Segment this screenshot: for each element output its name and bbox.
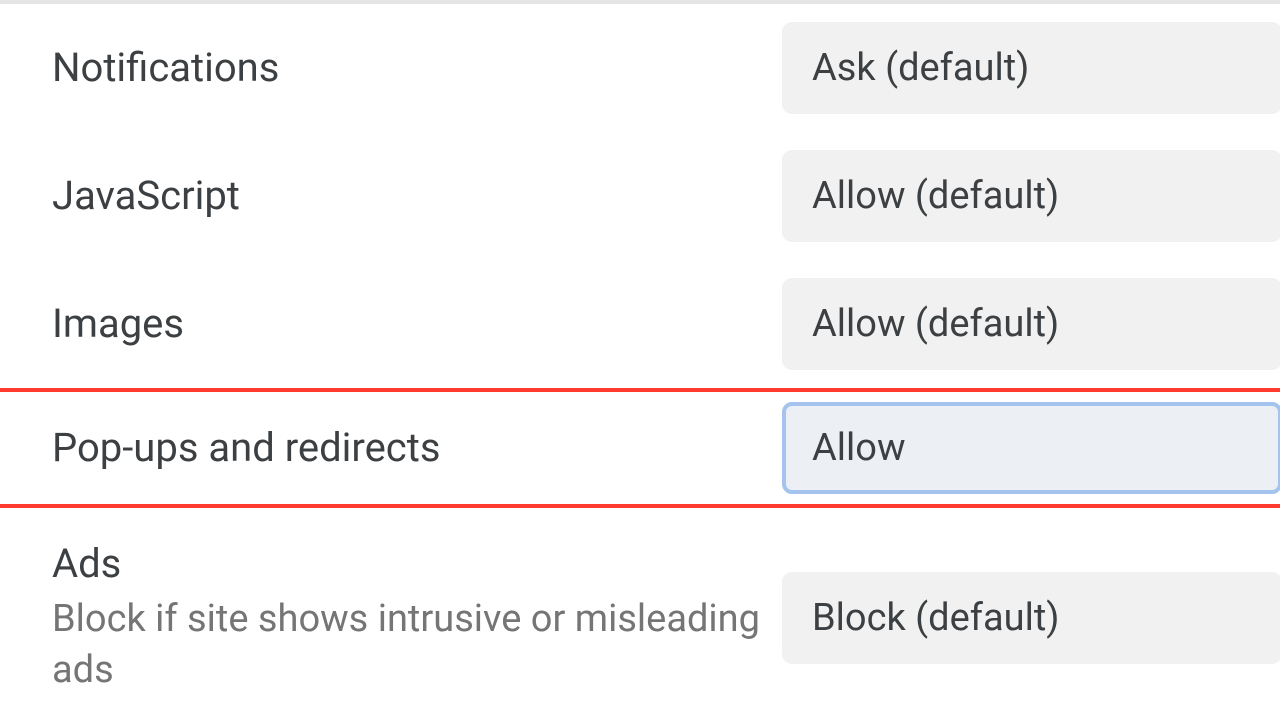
setting-label-wrap: Pop-ups and redirects [52,424,782,472]
setting-row-popups-redirects: Pop-ups and redirects Allow [0,388,1280,508]
setting-row-notifications: Notifications Ask (default) [0,4,1280,132]
setting-label: Notifications [52,44,762,92]
setting-row-ads: Ads Block if site shows intrusive or mis… [0,508,1280,708]
setting-select-javascript[interactable]: Allow (default) [782,150,1280,242]
setting-row-javascript: JavaScript Allow (default) [0,132,1280,260]
setting-select-value: Allow (default) [812,302,1059,346]
setting-select-images[interactable]: Allow (default) [782,278,1280,370]
setting-label: Pop-ups and redirects [52,424,762,472]
setting-select-ads[interactable]: Block (default) [782,572,1280,664]
setting-label: Images [52,300,762,348]
site-settings-panel: Notifications Ask (default) JavaScript A… [0,0,1280,720]
setting-label-wrap: Notifications [52,44,782,92]
setting-select-value: Block (default) [812,596,1059,640]
setting-subtitle: Block if site shows intrusive or mislead… [52,594,762,697]
setting-select-popups-redirects[interactable]: Allow [782,402,1280,494]
setting-select-value: Allow [812,426,906,470]
setting-select-value: Ask (default) [812,46,1029,90]
setting-label-wrap: JavaScript [52,172,782,220]
setting-label-wrap: Images [52,300,782,348]
setting-select-value: Allow (default) [812,174,1059,218]
setting-label-wrap: Ads Block if site shows intrusive or mis… [52,540,782,697]
setting-label: JavaScript [52,172,762,220]
setting-label: Ads [52,540,762,588]
setting-select-notifications[interactable]: Ask (default) [782,22,1280,114]
setting-row-images: Images Allow (default) [0,260,1280,388]
